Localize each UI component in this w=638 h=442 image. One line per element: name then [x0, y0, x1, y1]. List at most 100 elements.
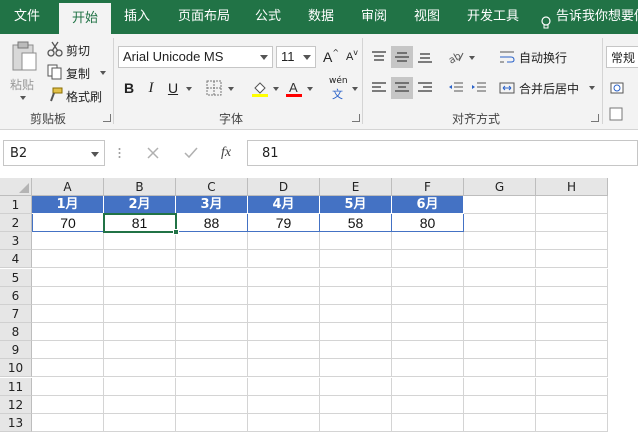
select-all-button[interactable]	[0, 178, 32, 196]
cell-e10[interactable]	[320, 359, 392, 378]
cell-b6[interactable]	[104, 286, 176, 305]
fill-handle[interactable]	[173, 229, 179, 236]
cell-g11[interactable]	[464, 377, 536, 396]
cell-h1[interactable]	[536, 196, 608, 214]
align-center-button[interactable]	[391, 77, 413, 99]
insert-function-button[interactable]: fx	[215, 142, 237, 164]
cell-f5[interactable]	[392, 268, 464, 287]
cell-g12[interactable]	[464, 395, 536, 414]
cell-f10[interactable]	[392, 359, 464, 378]
cell-a5[interactable]	[32, 268, 104, 287]
cell-e9[interactable]	[320, 341, 392, 360]
cell-d11[interactable]	[248, 377, 320, 396]
column-header-e[interactable]: E	[320, 178, 392, 196]
column-header-b[interactable]: B	[104, 178, 176, 196]
column-header-h[interactable]: H	[536, 178, 608, 196]
cell-d7[interactable]	[248, 304, 320, 323]
column-header-d[interactable]: D	[248, 178, 320, 196]
cell-h9[interactable]	[536, 341, 608, 360]
cell-h4[interactable]	[536, 250, 608, 269]
cell-b12[interactable]	[104, 395, 176, 414]
merge-center-icon[interactable]	[496, 77, 518, 99]
cell-e12[interactable]	[320, 395, 392, 414]
underline-button[interactable]: U	[162, 77, 184, 99]
phonetic-dropdown-icon[interactable]	[352, 87, 358, 91]
enter-check-icon[interactable]	[180, 142, 202, 164]
cut-button[interactable]: 剪切	[66, 42, 90, 59]
cell-a10[interactable]	[32, 359, 104, 378]
format-painter-icon[interactable]	[46, 87, 64, 103]
column-header-g[interactable]: G	[464, 178, 536, 196]
cell-h7[interactable]	[536, 304, 608, 323]
font-launcher-icon[interactable]	[352, 114, 360, 122]
cell-h5[interactable]	[536, 268, 608, 287]
name-box[interactable]: B2	[3, 140, 105, 166]
cell-b5[interactable]	[104, 268, 176, 287]
tab-file[interactable]: 文件	[14, 0, 40, 34]
cell-h8[interactable]	[536, 323, 608, 342]
borders-dropdown-icon[interactable]	[228, 87, 234, 91]
grow-font-button[interactable]: A ^	[320, 46, 342, 68]
alignment-launcher-icon[interactable]	[591, 114, 599, 122]
cell-c1[interactable]: 3月	[176, 196, 248, 214]
cell-h10[interactable]	[536, 359, 608, 378]
cell-g13[interactable]	[464, 413, 536, 432]
cell-a2[interactable]: 70	[32, 214, 104, 233]
cell-e6[interactable]	[320, 286, 392, 305]
cell-d2[interactable]: 79	[248, 214, 320, 233]
cell-a8[interactable]	[32, 323, 104, 342]
clipboard-launcher-icon[interactable]	[103, 114, 111, 122]
cell-b9[interactable]	[104, 341, 176, 360]
cell-d6[interactable]	[248, 286, 320, 305]
cell-f3[interactable]	[392, 232, 464, 251]
cell-f4[interactable]	[392, 250, 464, 269]
cell-c5[interactable]	[176, 268, 248, 287]
cell-f11[interactable]	[392, 377, 464, 396]
row-header-12[interactable]: 12	[0, 395, 32, 414]
merge-center-button[interactable]: 合并后居中	[519, 80, 579, 97]
cell-d5[interactable]	[248, 268, 320, 287]
cell-c8[interactable]	[176, 323, 248, 342]
row-header-9[interactable]: 9	[0, 341, 32, 360]
row-header-13[interactable]: 13	[0, 413, 32, 432]
align-bottom-button[interactable]	[414, 46, 436, 68]
scissors-icon[interactable]	[46, 41, 64, 57]
cell-b2[interactable]: 81	[104, 214, 176, 233]
cell-g10[interactable]	[464, 359, 536, 378]
paste-button[interactable]	[9, 40, 39, 74]
cell-b8[interactable]	[104, 323, 176, 342]
row-header-5[interactable]: 5	[0, 268, 32, 287]
cell-b4[interactable]	[104, 250, 176, 269]
cell-e1[interactable]: 5月	[320, 196, 392, 214]
cell-b7[interactable]	[104, 304, 176, 323]
cell-e3[interactable]	[320, 232, 392, 251]
cell-c12[interactable]	[176, 395, 248, 414]
tab-formulas[interactable]: 公式	[255, 0, 281, 34]
orientation-dropdown-icon[interactable]	[469, 56, 475, 60]
cell-g3[interactable]	[464, 232, 536, 251]
cell-e7[interactable]	[320, 304, 392, 323]
align-left-button[interactable]	[368, 77, 390, 99]
copy-dropdown-icon[interactable]	[100, 71, 106, 75]
cell-b3[interactable]	[104, 232, 176, 251]
cell-f8[interactable]	[392, 323, 464, 342]
tab-view[interactable]: 视图	[414, 0, 440, 34]
number-more-button[interactable]	[608, 106, 624, 122]
cell-e5[interactable]	[320, 268, 392, 287]
cell-a1[interactable]: 1月	[32, 196, 104, 214]
cell-a3[interactable]	[32, 232, 104, 251]
row-header-1[interactable]: 1	[0, 196, 32, 214]
cell-c7[interactable]	[176, 304, 248, 323]
cell-g1[interactable]	[464, 196, 536, 214]
tab-page-layout[interactable]: 页面布局	[178, 0, 230, 34]
cell-c13[interactable]	[176, 413, 248, 432]
cell-h12[interactable]	[536, 395, 608, 414]
align-middle-button[interactable]	[391, 46, 413, 68]
cell-g4[interactable]	[464, 250, 536, 269]
fill-color-dropdown-icon[interactable]	[273, 87, 279, 91]
fill-color-button[interactable]	[249, 77, 271, 99]
cell-h13[interactable]	[536, 413, 608, 432]
accounting-format-button[interactable]	[608, 77, 630, 99]
row-header-4[interactable]: 4	[0, 250, 32, 269]
cell-h6[interactable]	[536, 286, 608, 305]
